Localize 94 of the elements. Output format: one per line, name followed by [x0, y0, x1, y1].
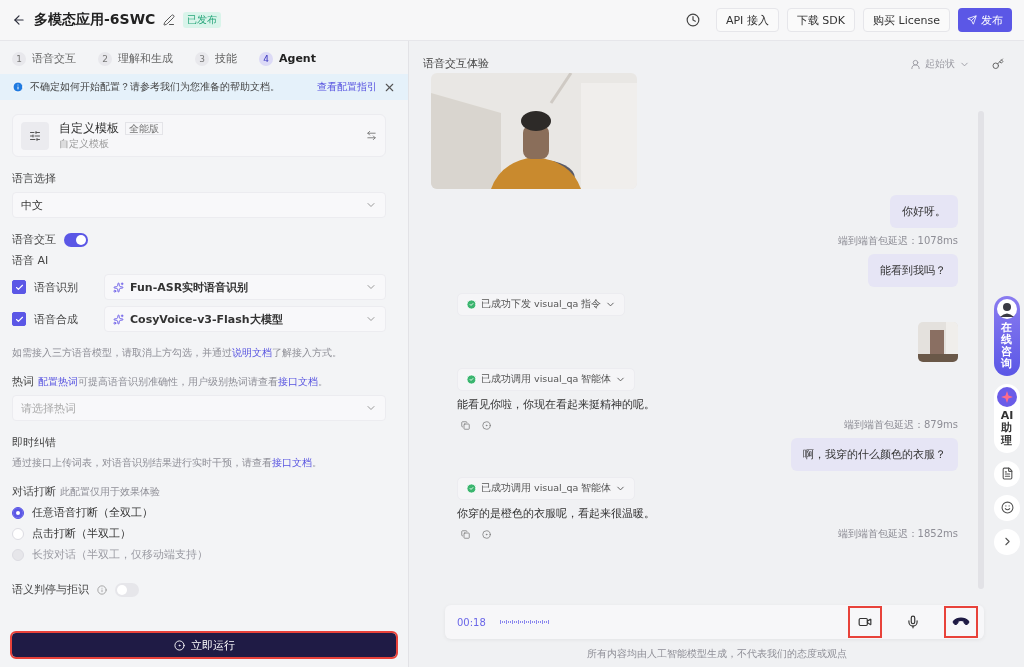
radio-label: 点击打断（半双工） [32, 526, 131, 541]
doc-link[interactable]: 接口文档 [278, 375, 318, 387]
template-card[interactable]: 自定义模板 全能版 自定义模板 [12, 114, 386, 157]
success-icon [466, 374, 477, 385]
success-icon [466, 299, 477, 310]
hint-text: 配置热词可提高语音识别准确性，用户级别热词请查看接口文档。 [38, 374, 328, 389]
checkbox[interactable] [12, 280, 26, 294]
model-select[interactable]: CosyVoice-v3-Flash大模型 [104, 306, 386, 332]
step-tab[interactable]: 4 Agent [259, 51, 316, 66]
back-icon[interactable] [12, 13, 26, 27]
run-icon [173, 639, 185, 651]
semantic-toggle[interactable] [115, 582, 139, 597]
tool-call-text: 已成功下发 visual_qa 指令 [481, 298, 602, 311]
voice-toggle[interactable] [64, 232, 88, 247]
field-label: 即时纠错 [12, 436, 56, 449]
publish-button[interactable]: 发布 [958, 8, 1012, 32]
swap-icon[interactable] [366, 130, 377, 141]
ai-assistant-button[interactable]: AI助理 [994, 384, 1020, 453]
send-icon [967, 15, 977, 25]
circle-icon[interactable] [482, 529, 491, 539]
avatar-icon [997, 299, 1017, 319]
field-label: 语义判停与拒识 [12, 582, 89, 597]
language-select[interactable]: 中文 [12, 192, 386, 218]
edit-icon[interactable] [163, 14, 176, 26]
radio-label: 任意语音打断（全双工） [32, 505, 153, 520]
smile-icon [1000, 501, 1014, 515]
header-button[interactable]: 下载 SDK [786, 8, 856, 32]
step-tab[interactable]: 1 语音交互 [12, 51, 76, 66]
sliders-icon [29, 129, 41, 142]
online-consult-button[interactable]: 在线咨询 [994, 296, 1020, 377]
camera-button[interactable] [848, 606, 882, 638]
document-icon [1000, 467, 1014, 481]
model-select[interactable]: Fun-ASR实时语音识别 [104, 274, 386, 300]
sparkle-icon [113, 313, 124, 325]
header-button[interactable]: 购买 License [863, 8, 950, 32]
hang-up-button[interactable] [944, 606, 978, 638]
hint-text: 如需接入三方语音模型，请取消上方勾选，并通过说明文档了解接入方式。 [12, 346, 343, 360]
field-label: 热词 [12, 374, 34, 389]
document-button[interactable] [994, 460, 1020, 487]
notice-text: 不确定如何开始配置？请参考我们为您准备的帮助文档。 [30, 80, 280, 94]
call-timer: 00:18 [457, 616, 486, 628]
step-tab[interactable]: 3 技能 [195, 51, 237, 66]
user-message: 啊，我穿的什么颜色的衣服？ [791, 438, 958, 471]
latency-text: 端到端首包延迟：1078ms [837, 234, 958, 248]
checkbox[interactable] [12, 312, 26, 326]
tool-call-text: 已成功调用 visual_qa 智能体 [481, 482, 612, 495]
disclaimer-text: 所有内容均由人工智能模型生成，不代表我们的态度或观点 [586, 648, 847, 659]
tool-call-chip[interactable]: 已成功调用 visual_qa 智能体 [457, 477, 636, 500]
assistant-message: 你穿的是橙色的衣服呢，看起来很温暖。 [457, 506, 656, 521]
assistant-message: 能看见你啦，你现在看起来挺精神的呢。 [457, 397, 656, 412]
template-name: 自定义模板 [59, 121, 119, 135]
field-label: 语音 AI [12, 253, 50, 268]
status-tag: 已发布 [183, 12, 222, 28]
circle-icon[interactable] [482, 420, 491, 430]
run-button[interactable]: 立即运行 [12, 633, 396, 657]
microphone-icon [906, 615, 920, 629]
emoji-button[interactable] [994, 494, 1020, 521]
doc-link[interactable]: 配置热词 [38, 375, 78, 387]
app-title: 多模态应用-6SWC [34, 11, 156, 29]
success-icon [466, 483, 477, 494]
key-icon[interactable] [992, 58, 1004, 70]
edition-tag: 全能版 [125, 122, 163, 135]
user-message: 你好呀。 [890, 195, 958, 228]
info-icon [12, 81, 24, 93]
video-camera-icon [858, 615, 872, 629]
checkbox-label: 语音识别 [34, 279, 79, 295]
sparkle-icon [113, 281, 124, 293]
waveform-drawing [499, 619, 550, 625]
user-icon [910, 58, 921, 70]
check-icon [14, 282, 24, 292]
user-message: 能看到我吗？ [868, 254, 958, 287]
latency-text: 端到端首包延迟：1852ms [837, 527, 958, 541]
hint-text: 通过接口上传词表，对语音识别结果进行实时干预，请查看接口文档。 [12, 456, 323, 470]
doc-link[interactable]: 接口文档 [272, 457, 312, 468]
step-tab[interactable]: 2 理解和生成 [98, 51, 173, 66]
template-subtitle: 自定义模板 [59, 137, 110, 151]
doc-link[interactable]: 说明文档 [232, 347, 272, 358]
radio-label: 长按对话（半双工，仅移动端支持） [32, 547, 208, 562]
history-icon[interactable] [685, 13, 700, 27]
check-icon [14, 314, 24, 324]
panel-title: 语音交互体验 [423, 57, 489, 71]
field-label: 语言选择 [12, 171, 57, 186]
checkbox-label: 语音合成 [34, 311, 79, 327]
guide-link[interactable]: 查看配置指引 [317, 80, 377, 94]
header-button[interactable]: API 接入 [715, 8, 779, 32]
field-note: 此配置仅用于效果体验 [60, 484, 160, 499]
field-label: 对话打断 [12, 484, 56, 499]
tool-call-chip[interactable]: 已成功调用 visual_qa 智能体 [457, 368, 636, 391]
radio-button[interactable] [12, 506, 24, 519]
tool-call-chip[interactable]: 已成功下发 visual_qa 指令 [457, 293, 626, 316]
latency-text: 端到端首包延迟：879ms [843, 418, 958, 432]
field-label: 语音交互 [12, 232, 56, 247]
tool-call-text: 已成功调用 visual_qa 智能体 [481, 373, 612, 386]
info-icon [97, 584, 107, 595]
